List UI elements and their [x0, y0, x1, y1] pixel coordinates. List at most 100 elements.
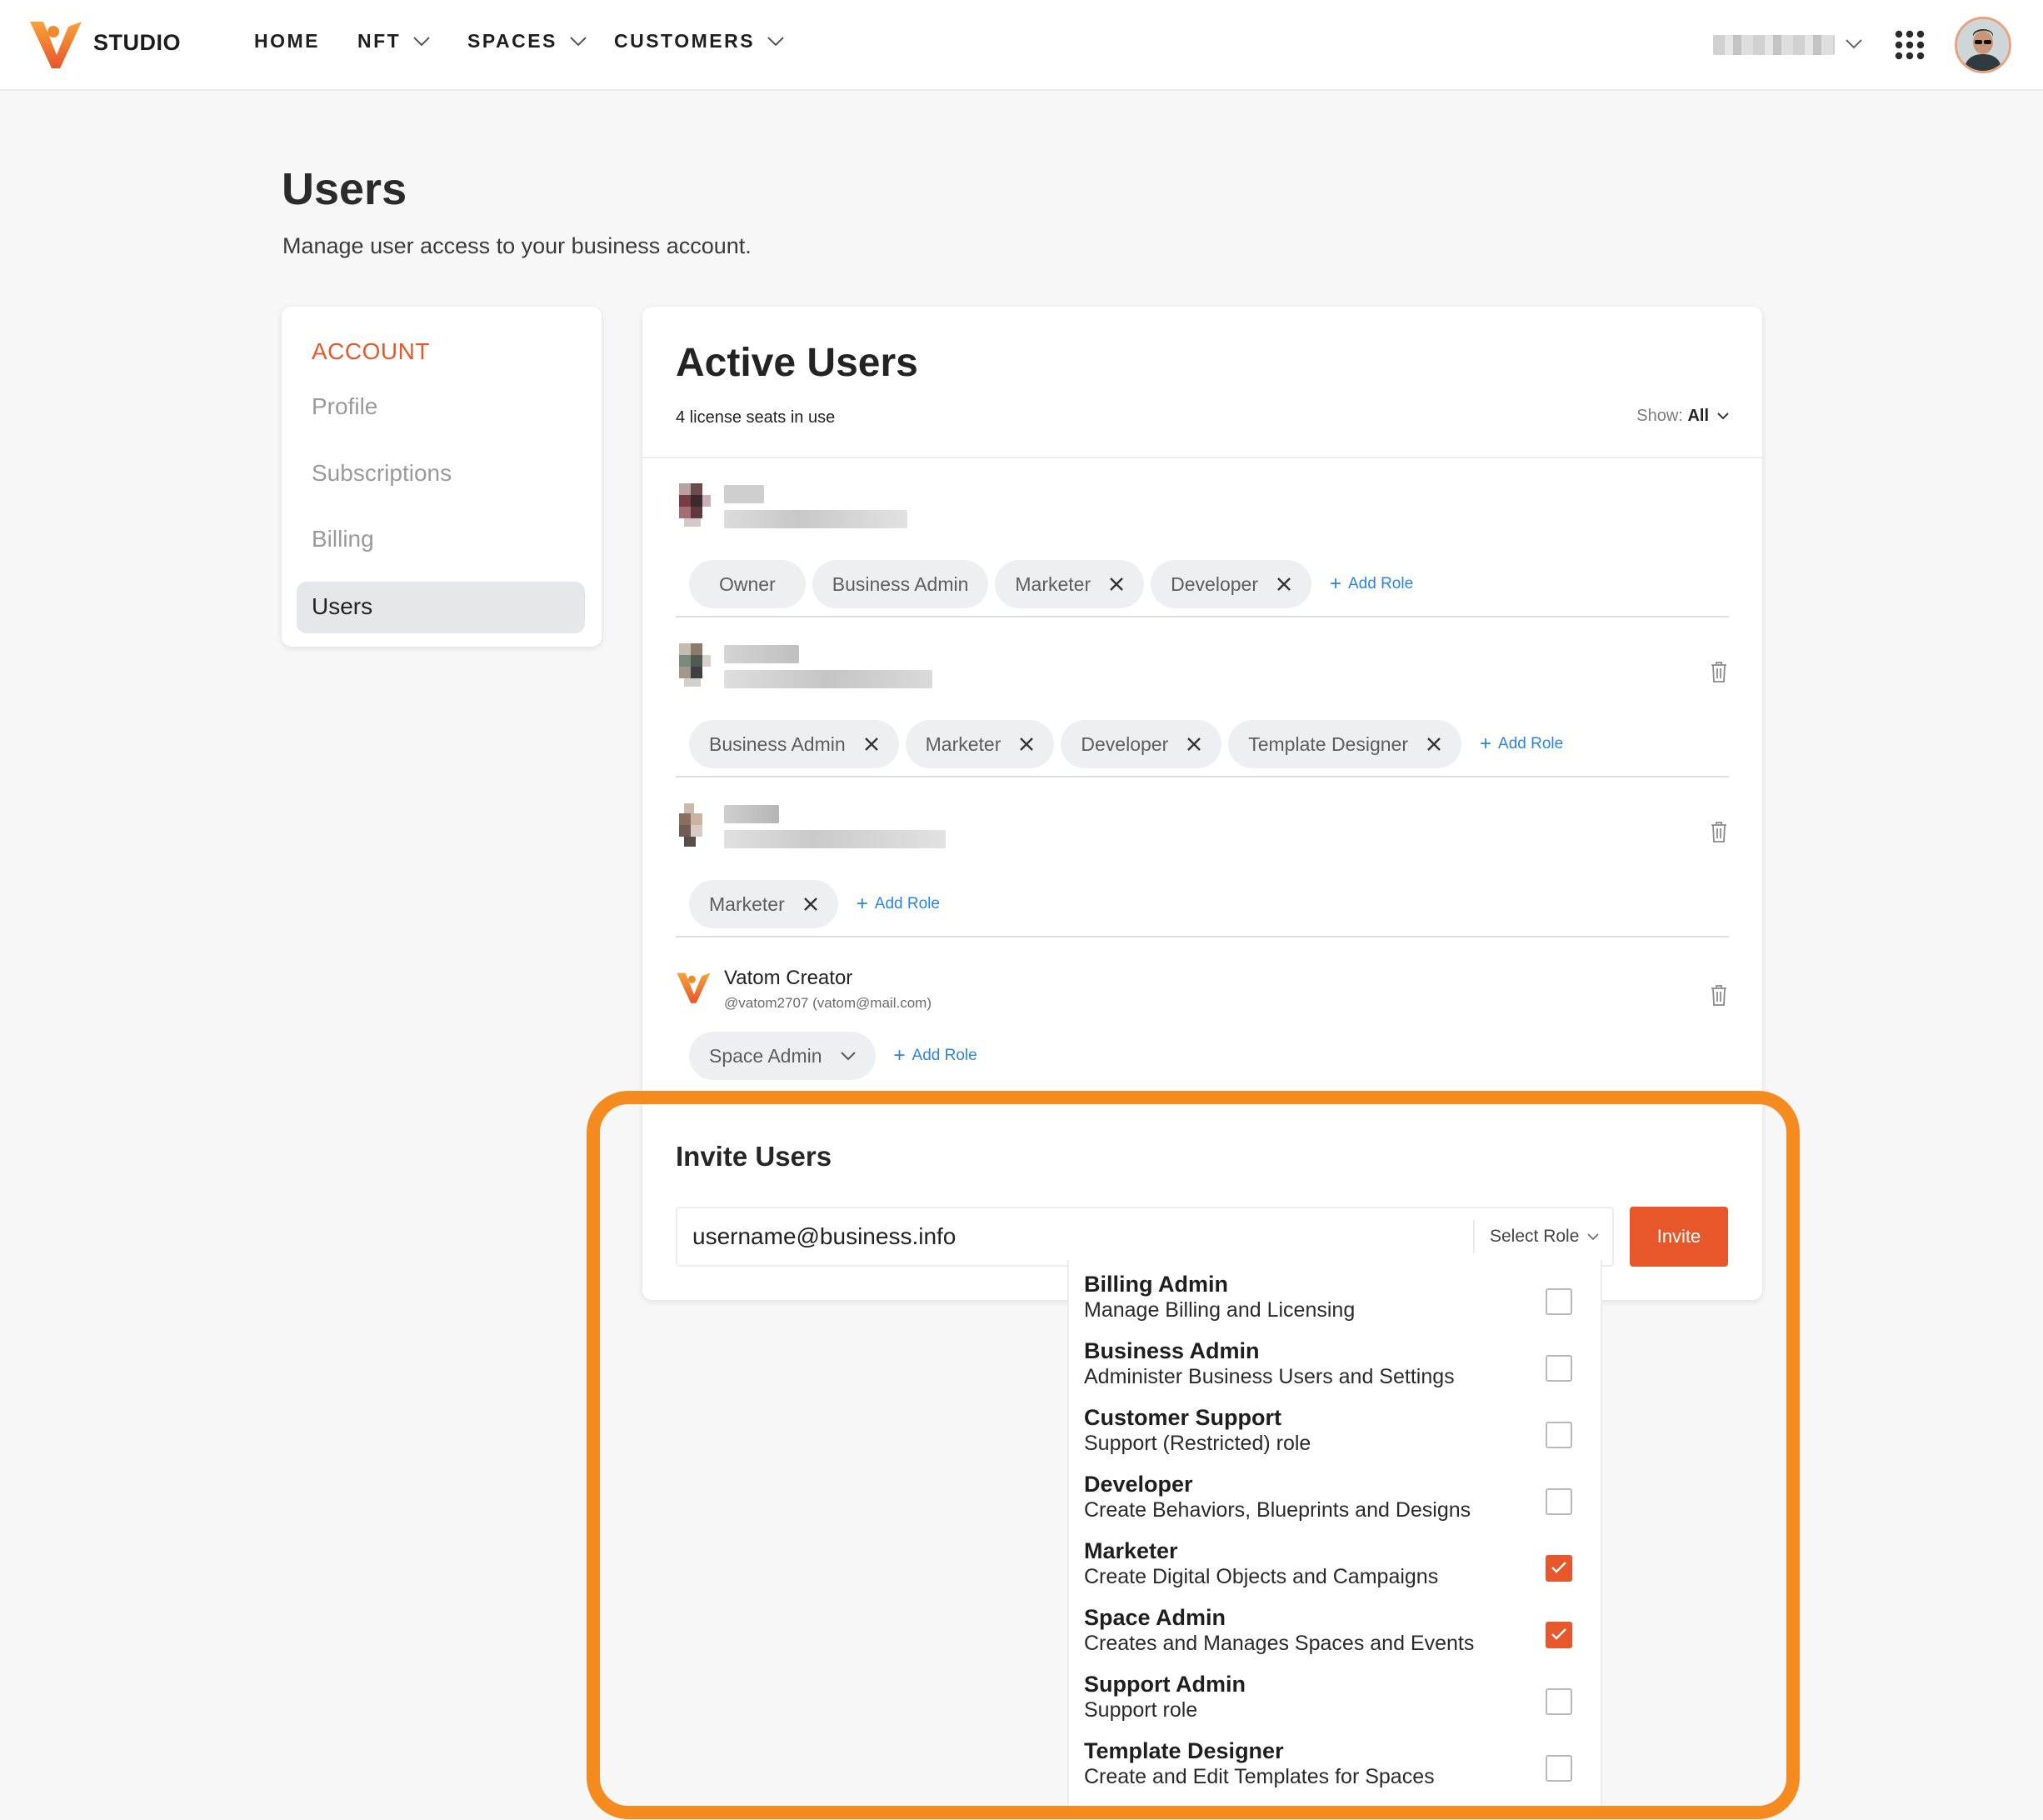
user-handle-redacted	[724, 830, 946, 848]
role-option-description: Create Behaviors, Blueprints and Designs	[1084, 1498, 1471, 1522]
divider	[642, 457, 1762, 458]
role-option-developer[interactable]: Developer Create Behaviors, Blueprints a…	[1084, 1460, 1592, 1527]
role-option-customer-support[interactable]: Customer Support Support (Restricted) ro…	[1084, 1393, 1592, 1460]
user-handle-redacted	[724, 510, 907, 528]
remove-role-close-icon[interactable]	[1276, 577, 1291, 592]
role-option-template-designer[interactable]: Template Designer Create and Edit Templa…	[1084, 1727, 1592, 1793]
sidebar-heading: ACCOUNT	[312, 338, 430, 364]
nav-customers-label: CUSTOMERS	[614, 30, 756, 52]
role-option-space-admin[interactable]: Space Admin Creates and Manages Spaces a…	[1084, 1593, 1592, 1660]
role-option-description: Administer Business Users and Settings	[1084, 1365, 1455, 1388]
role-option-support-admin[interactable]: Support Admin Support role	[1084, 1660, 1592, 1727]
plus-icon: +	[893, 1044, 906, 1067]
add-role-label: Add Role	[1498, 735, 1564, 752]
role-option-name: Business Admin	[1084, 1338, 1260, 1363]
add-role-button[interactable]: + Add Role	[857, 894, 940, 914]
role-option-name: Customer Support	[1084, 1405, 1282, 1430]
role-option-description: Support (Restricted) role	[1084, 1432, 1311, 1455]
user-name-redacted	[724, 645, 799, 663]
nav-nft[interactable]: NFT	[357, 30, 431, 52]
role-chip-marketer: Marketer	[995, 560, 1145, 608]
nav-home-label: HOME	[254, 30, 320, 52]
role-checkbox[interactable]	[1546, 1688, 1572, 1715]
role-chip-label: Business Admin	[832, 572, 969, 595]
role-option-name: Marketer	[1084, 1538, 1178, 1563]
role-option-billing-admin[interactable]: Billing Admin Manage Billing and Licensi…	[1084, 1260, 1592, 1327]
invite-email-input[interactable]	[692, 1220, 1426, 1253]
remove-role-close-icon[interactable]	[1186, 737, 1201, 752]
role-checkbox[interactable]	[1546, 1355, 1572, 1382]
sidebar-item-profile[interactable]: Profile	[312, 393, 377, 420]
role-chip-developer: Developer	[1151, 560, 1311, 608]
nav-home[interactable]: HOME	[254, 30, 320, 52]
role-checkbox[interactable]	[1546, 1422, 1572, 1448]
chevron-down-icon	[413, 36, 430, 46]
user-roles: Business Admin Marketer Developer Templa…	[689, 720, 1563, 768]
role-option-business-admin[interactable]: Business Admin Administer Business Users…	[1084, 1327, 1592, 1393]
role-option-description: Create Digital Objects and Campaigns	[1084, 1565, 1439, 1588]
remove-role-close-icon[interactable]	[1019, 737, 1034, 752]
user-row: Owner Business Admin Marketer Developer …	[676, 483, 1729, 608]
role-chip-label: Marketer	[1015, 572, 1091, 595]
user-row: Vatom Creator @vatom2707 (vatom@mail.com…	[676, 967, 1729, 1080]
user-roles: Marketer + Add Role	[689, 880, 940, 928]
sidebar-item-users-label: Users	[312, 593, 373, 619]
vatom-logo-icon[interactable]	[28, 18, 85, 70]
checkmark-icon	[1551, 1628, 1566, 1640]
add-role-button[interactable]: + Add Role	[894, 1046, 977, 1066]
delete-user-trash-icon[interactable]	[1709, 820, 1729, 843]
role-option-description: Support role	[1084, 1698, 1198, 1722]
role-chip-label: Developer	[1081, 732, 1169, 755]
logo-text[interactable]: STUDIO	[93, 30, 181, 56]
user-roles: Space Admin + Add Role	[689, 1032, 977, 1080]
role-checkbox[interactable]	[1546, 1755, 1572, 1782]
role-chip-label: Owner	[719, 572, 776, 595]
role-option-name: Billing Admin	[1084, 1272, 1228, 1297]
role-chip-business-admin: Business Admin	[812, 560, 989, 608]
nav-spaces[interactable]: SPACES	[467, 30, 587, 52]
remove-role-close-icon[interactable]	[803, 897, 818, 912]
sidebar-item-users[interactable]: Users	[297, 582, 585, 633]
role-option-marketer[interactable]: Marketer Create Digital Objects and Camp…	[1084, 1527, 1592, 1593]
chevron-down-icon	[1587, 1232, 1599, 1240]
role-checkbox[interactable]	[1546, 1622, 1572, 1648]
role-chip-label: Developer	[1171, 572, 1258, 595]
remove-role-close-icon[interactable]	[1426, 737, 1441, 752]
role-checkbox[interactable]	[1546, 1488, 1572, 1515]
delete-user-trash-icon[interactable]	[1709, 660, 1729, 683]
plus-icon: +	[1329, 572, 1341, 595]
invite-button[interactable]: Invite	[1630, 1207, 1728, 1267]
sidebar-item-subscriptions[interactable]: Subscriptions	[312, 460, 452, 487]
plus-icon: +	[856, 892, 868, 915]
role-chip-label: Space Admin	[709, 1044, 822, 1067]
page-subtitle: Manage user access to your business acco…	[282, 233, 752, 258]
chevron-down-icon	[840, 1051, 856, 1060]
user-name: Vatom Creator	[724, 967, 853, 989]
apps-grid-icon[interactable]	[1895, 30, 1925, 60]
show-filter-value: All	[1687, 407, 1709, 425]
role-option-name: Support Admin	[1084, 1672, 1246, 1697]
role-checkbox[interactable]	[1546, 1555, 1572, 1582]
user-roles: Owner Business Admin Marketer Developer …	[689, 560, 1413, 608]
show-filter-dropdown[interactable]: Show: All	[1636, 407, 1729, 426]
role-chip-owner: Owner	[689, 560, 806, 608]
delete-user-trash-icon[interactable]	[1709, 983, 1729, 1007]
account-switcher-chevron-down-icon[interactable]	[1845, 38, 1863, 50]
role-checkbox[interactable]	[1546, 1288, 1572, 1315]
account-switcher-name-redacted[interactable]	[1713, 35, 1835, 55]
user-handle: @vatom2707 (vatom@mail.com)	[724, 995, 932, 1011]
role-dropdown-space-admin[interactable]: Space Admin	[689, 1032, 876, 1080]
user-avatar[interactable]	[1955, 17, 2011, 73]
nav-customers[interactable]: CUSTOMERS	[614, 30, 785, 52]
select-role-dropdown[interactable]: Select Role	[1473, 1220, 1599, 1253]
active-users-title: Active Users	[676, 341, 918, 385]
checkmark-icon	[1551, 1562, 1566, 1573]
plus-icon: +	[1480, 732, 1492, 755]
sidebar-item-billing[interactable]: Billing	[312, 526, 374, 552]
remove-role-close-icon[interactable]	[1109, 577, 1124, 592]
role-option-description: Creates and Manages Spaces and Events	[1084, 1632, 1475, 1655]
add-role-button[interactable]: + Add Role	[1480, 734, 1563, 754]
remove-role-close-icon[interactable]	[864, 737, 879, 752]
page-title: Users	[282, 164, 407, 214]
add-role-button[interactable]: + Add Role	[1330, 574, 1413, 594]
